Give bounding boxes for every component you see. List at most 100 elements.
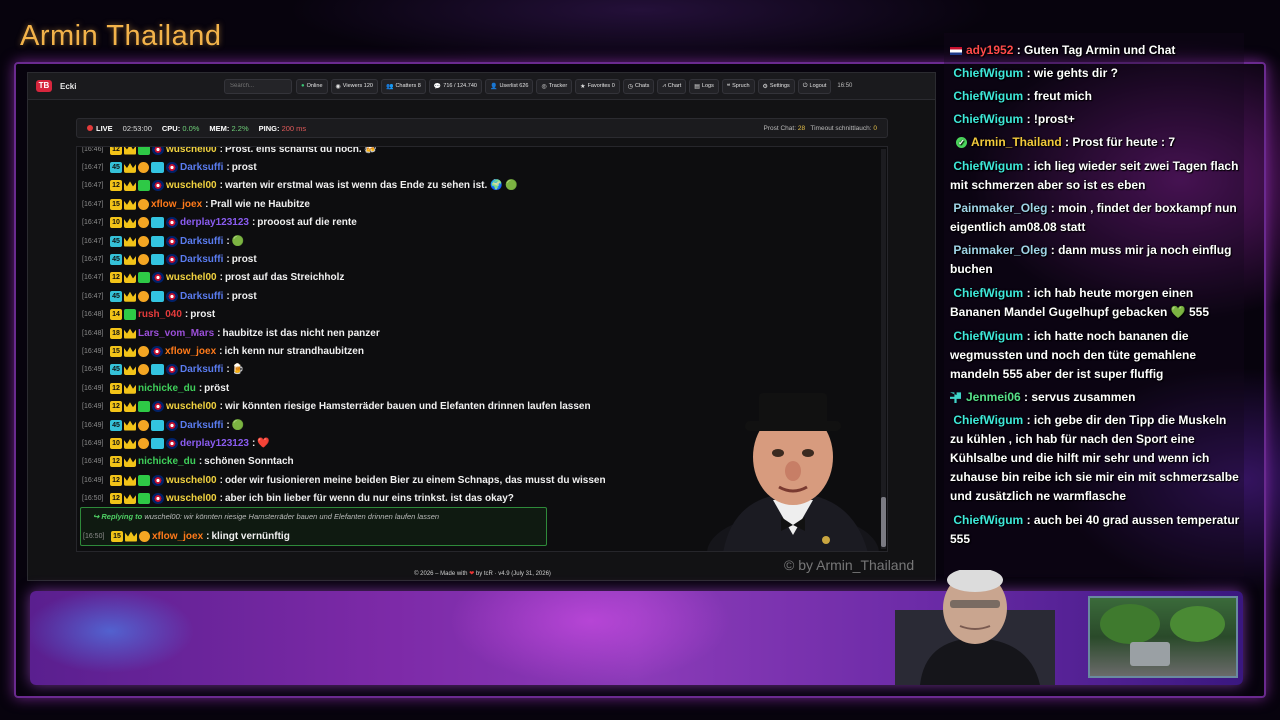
crown-icon xyxy=(124,236,136,247)
level-badge: 12 xyxy=(110,147,122,155)
separator: : xyxy=(219,401,223,413)
chat-username[interactable]: nichicke_du xyxy=(138,383,196,394)
overlay-chat-message: ChiefWigum : wie gehts dir ? xyxy=(953,66,1118,80)
nav-users-button[interactable]: 👥 Chatters 8 xyxy=(380,78,426,94)
chat-username[interactable]: derplay123123 xyxy=(180,438,249,449)
channel-title: Armin Thailand xyxy=(20,20,222,52)
coin-icon xyxy=(138,364,149,376)
flag-icon xyxy=(152,180,164,192)
flag-icon xyxy=(166,419,178,431)
chat-username[interactable]: Darksuffi xyxy=(180,364,223,375)
chat-username[interactable]: xflow_joex xyxy=(152,531,203,542)
nav-logout-button[interactable]: ⏻ Logout xyxy=(797,78,832,94)
level-badge: 18 xyxy=(110,327,122,339)
chat-username[interactable]: derplay123123 xyxy=(180,217,249,228)
crown-icon xyxy=(124,218,136,229)
nav-quote-button[interactable]: ❝ Spruch xyxy=(721,78,755,94)
plant-shape xyxy=(1170,606,1225,642)
reply-box[interactable]: ↪ Replying to wuschel00: wir könnten rie… xyxy=(80,507,547,546)
coin-icon xyxy=(138,235,149,247)
chat-message: [16:47] 12 wuschel00: warten wir erstmal wa… xyxy=(82,177,518,195)
level-badge: 45 xyxy=(110,364,122,376)
timestamp: [16:47] xyxy=(82,200,104,208)
chat-username[interactable]: Darksuffi xyxy=(180,162,223,173)
nav-logs-button[interactable]: ▤ Logs xyxy=(689,78,719,94)
coin-icon xyxy=(138,253,149,265)
nav-star-button[interactable]: ★ Favorites 0 xyxy=(575,78,620,94)
crown-icon xyxy=(124,162,136,173)
nav-gear-button[interactable]: ⚙ Settings xyxy=(757,78,795,94)
chat-username[interactable]: Darksuffi xyxy=(180,236,223,247)
timestamp: [16:49] xyxy=(82,403,104,411)
chat-username[interactable]: wuschel00 xyxy=(166,180,217,191)
chat-username[interactable]: Darksuffi xyxy=(180,291,223,302)
level-badge: 45 xyxy=(110,419,122,431)
coin-icon xyxy=(138,161,149,173)
overlay-chat-message: Painmaker_Oleg : dann muss mir ja noch e… xyxy=(950,243,1232,276)
chat-text: 🟢 xyxy=(231,419,245,431)
overlay-chat-message: ChiefWigum : ich gebe dir den Tipp die M… xyxy=(950,413,1239,503)
chat-text: warten wir erstmal was ist wenn das Ende… xyxy=(224,180,518,192)
chat-text: aber ich bin lieber für wenn du nur eins… xyxy=(224,493,514,505)
chat-username[interactable]: wuschel00 xyxy=(166,147,217,155)
nav-online-button[interactable]: ● Online xyxy=(296,78,328,94)
chat-message: [16:47] 45 Darksuffi: prost xyxy=(82,287,257,305)
nav-chart-button[interactable]: ⩘ Chart xyxy=(657,78,687,94)
level-badge: 12 xyxy=(110,493,122,505)
crown-icon xyxy=(124,494,136,505)
separator: : xyxy=(226,161,230,173)
nav-chats-button[interactable]: ◷ Chats xyxy=(622,78,655,94)
flag-icon xyxy=(166,235,178,247)
crown-icon xyxy=(124,475,136,486)
coin-icon xyxy=(139,530,150,542)
overlay-chat-message: ChiefWigum : ich hatte noch bananen die … xyxy=(950,329,1197,381)
chat-username[interactable]: wuschel00 xyxy=(166,493,217,504)
chat-username[interactable]: wuschel00 xyxy=(166,475,217,486)
sub-badge-icon xyxy=(151,161,164,173)
level-badge: 45 xyxy=(110,235,122,247)
nav-chat-button[interactable]: 💬 716 / 124.740 xyxy=(428,78,482,94)
nav-label: Tracker xyxy=(548,83,568,89)
separator: : xyxy=(219,345,223,357)
level-badge: 15 xyxy=(110,345,122,357)
flag-icon xyxy=(950,46,962,55)
overlay-chat-message: ChiefWigum : freut mich xyxy=(953,89,1092,103)
search-input[interactable] xyxy=(224,78,292,94)
nav-eye-button[interactable]: ◉ Viewers 120 xyxy=(330,78,378,94)
overlay-username: Armin_Thailand xyxy=(971,135,1062,149)
live-dot-icon xyxy=(87,124,93,131)
nav-user-button[interactable]: 👤 Userlist 626 xyxy=(484,78,534,94)
chat-log[interactable]: [16:46] 12 wuschel00: Prost. eins schaffst … xyxy=(76,146,888,552)
live-time: 02:53:00 xyxy=(122,123,152,133)
chat-message: [16:49] 45 Darksuffi: 🍺 xyxy=(82,361,244,379)
timestamp: [16:46] xyxy=(82,146,104,153)
chat-username[interactable]: Darksuffi xyxy=(180,420,223,431)
level-badge: 10 xyxy=(110,437,122,449)
crown-icon xyxy=(124,147,136,155)
chat-username[interactable]: xflow_joex xyxy=(165,346,216,357)
chat-message: [16:47] 12 wuschel00: prost auf das Streich… xyxy=(82,269,344,287)
overlay-chat-text: Prost für heute : 7 xyxy=(1072,135,1176,149)
nav-tracker-button[interactable]: ◎ Tracker xyxy=(536,78,573,94)
chat-username[interactable]: rush_040 xyxy=(138,309,182,320)
nav-label: Chats xyxy=(635,83,650,89)
chat-username[interactable]: xflow_joex xyxy=(151,199,202,210)
app-logo[interactable]: TB xyxy=(36,80,52,92)
chat-text: Prost. eins schaffst du noch. 🍻 xyxy=(224,146,377,155)
chat-text: prooost auf die rente xyxy=(257,217,357,229)
status-bar: LIVE 02:53:00 CPU: 0.0% MEM: 2.2% PING: … xyxy=(76,118,888,138)
chat-username[interactable]: nichicke_du xyxy=(138,456,196,467)
chat-username[interactable]: wuschel00 xyxy=(166,401,217,412)
gift-icon xyxy=(138,474,150,486)
chat-username[interactable]: Lars_vom_Mars xyxy=(138,328,214,339)
chat-username[interactable]: wuschel00 xyxy=(166,272,217,283)
reply-message: [16:50] 15 xflow_joex: klingt vernünftig xyxy=(83,530,290,542)
timestamp: [16:47] xyxy=(82,237,104,245)
cpu-stat: CPU: 0.0% xyxy=(161,123,200,133)
timestamp: [16:48] xyxy=(82,329,104,337)
chat-username[interactable]: Darksuffi xyxy=(180,254,223,265)
flag-icon xyxy=(166,217,178,229)
tracker-icon: ◎ xyxy=(541,83,547,90)
sub-badge-icon xyxy=(151,419,164,431)
level-badge: 14 xyxy=(110,309,122,321)
